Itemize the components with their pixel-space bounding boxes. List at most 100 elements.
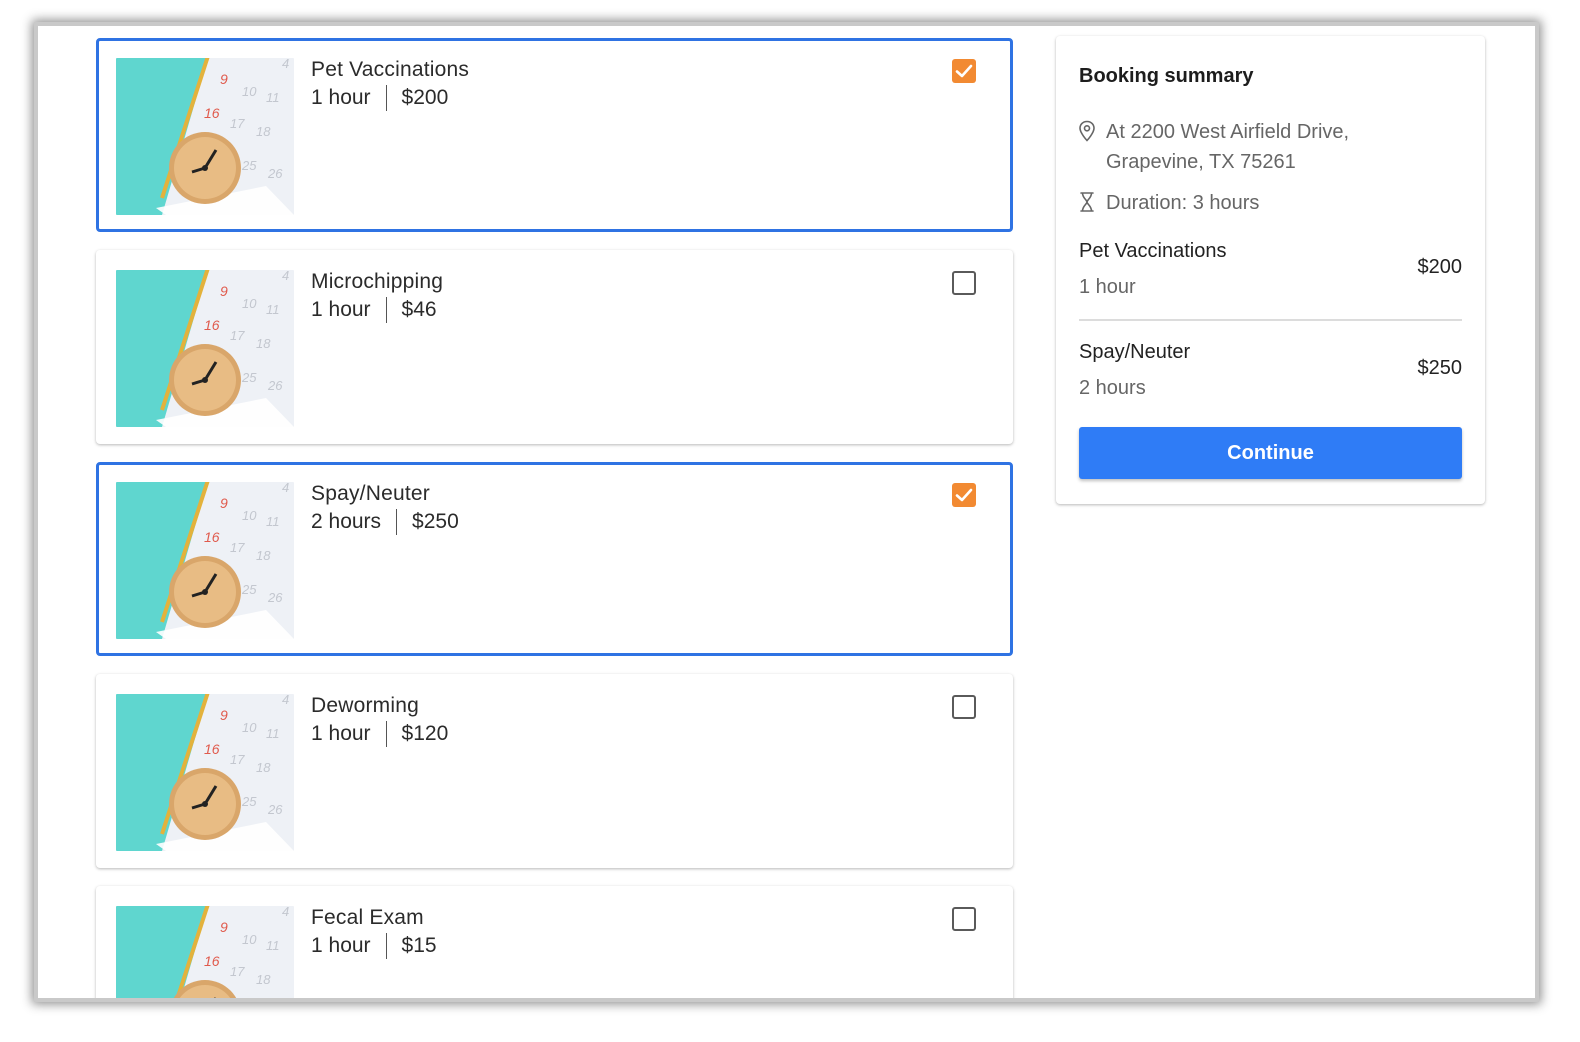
svg-text:18: 18	[256, 760, 271, 775]
line-item-name: Spay/Neuter	[1079, 341, 1191, 363]
service-duration: 1 hour	[311, 298, 371, 321]
booking-summary-panel: Booking summary At 2200 West Airfield Dr…	[1056, 36, 1485, 504]
total-duration: Duration: 3 hours	[1106, 192, 1260, 214]
divider	[396, 509, 398, 535]
service-name: Fecal Exam	[311, 906, 424, 929]
checkmark-icon	[955, 488, 973, 502]
svg-text:11: 11	[266, 90, 280, 105]
svg-text:17: 17	[230, 328, 245, 343]
service-price: $200	[401, 86, 449, 109]
svg-text:18: 18	[256, 972, 271, 987]
service-card-deworming[interactable]: 9 16 10 11 17 18 25 26 4 Deworming 1 hou…	[96, 674, 1013, 868]
service-thumbnail: 916 1011 1718 2526 4	[116, 906, 294, 998]
svg-text:9: 9	[220, 283, 228, 299]
svg-text:10: 10	[242, 296, 257, 311]
svg-text:16: 16	[204, 105, 220, 121]
summary-line-item: Pet Vaccinations 1 hour $200	[1079, 238, 1462, 300]
svg-text:11: 11	[266, 514, 280, 529]
app-window: 9 16 10 11 17 18 25 26 4 Pet Vaccination…	[38, 26, 1535, 998]
service-name: Microchipping	[311, 270, 444, 293]
service-duration: 1 hour	[311, 86, 371, 109]
divider	[385, 721, 387, 747]
service-duration: 2 hours	[311, 510, 382, 533]
service-name: Deworming	[311, 694, 419, 717]
svg-text:18: 18	[256, 336, 271, 351]
svg-text:16: 16	[204, 953, 220, 969]
line-item-price: $250	[1417, 357, 1463, 379]
svg-text:9: 9	[220, 495, 228, 511]
svg-text:17: 17	[230, 540, 245, 555]
service-card-fecal-exam[interactable]: 916 1011 1718 2526 4 Fecal Exam	[96, 886, 1013, 998]
svg-text:26: 26	[267, 802, 283, 817]
location-pin-icon	[1078, 120, 1098, 147]
divider	[385, 933, 387, 959]
svg-text:18: 18	[256, 124, 271, 139]
svg-text:26: 26	[267, 378, 283, 393]
svg-text:10: 10	[242, 720, 257, 735]
address-line-2: Grapevine, TX 75261	[1106, 151, 1296, 173]
address-line-1: At 2200 West Airfield Drive,	[1106, 121, 1350, 143]
service-card-spay-neuter[interactable]: 9 16 10 11 17 18 25 26 4 Spay/Neuter 2 h…	[96, 462, 1013, 656]
svg-text:18: 18	[256, 548, 271, 563]
svg-text:25: 25	[241, 370, 257, 385]
svg-text:17: 17	[230, 116, 245, 131]
service-checkbox[interactable]	[952, 907, 976, 931]
svg-text:25: 25	[241, 582, 257, 597]
svg-text:16: 16	[204, 741, 220, 757]
svg-text:10: 10	[242, 508, 257, 523]
service-name: Pet Vaccinations	[311, 58, 470, 81]
line-item-duration: 2 hours	[1079, 377, 1146, 399]
checkmark-icon	[955, 64, 973, 78]
service-price: $46	[401, 298, 437, 321]
service-checkbox[interactable]	[952, 59, 976, 83]
service-thumbnail: 9 16 10 11 17 18 25 26 4	[116, 482, 294, 639]
line-item-price: $200	[1417, 256, 1463, 278]
svg-text:10: 10	[242, 84, 257, 99]
svg-text:4: 4	[282, 906, 289, 919]
service-price: $15	[401, 934, 437, 957]
service-card-pet-vaccinations[interactable]: 9 16 10 11 17 18 25 26 4 Pet Vaccination…	[96, 38, 1013, 232]
service-checkbox[interactable]	[952, 483, 976, 507]
svg-text:11: 11	[266, 302, 280, 317]
svg-text:25: 25	[241, 158, 257, 173]
service-thumbnail: 9 16 10 11 17 18 25 26 4	[116, 270, 294, 427]
svg-text:4: 4	[282, 270, 289, 283]
svg-text:26: 26	[267, 166, 283, 181]
service-price: $250	[412, 510, 459, 533]
svg-text:9: 9	[220, 707, 228, 723]
summary-line-item: Spay/Neuter 2 hours $250	[1079, 339, 1462, 401]
service-duration: 1 hour	[311, 722, 371, 745]
svg-text:4: 4	[282, 694, 289, 707]
svg-text:25: 25	[241, 794, 257, 809]
divider	[385, 85, 387, 111]
service-name: Spay/Neuter	[311, 482, 430, 505]
svg-text:26: 26	[267, 590, 283, 605]
svg-text:16: 16	[204, 317, 220, 333]
service-thumbnail: 9 16 10 11 17 18 25 26 4	[116, 58, 294, 215]
hourglass-icon	[1078, 191, 1098, 218]
service-price: $120	[401, 722, 449, 745]
duration-row: Duration: 3 hours	[1078, 188, 1259, 218]
svg-text:9: 9	[220, 71, 228, 87]
service-card-microchipping[interactable]: 9 16 10 11 17 18 25 26 4 Microchipping 1…	[96, 250, 1013, 444]
divider	[385, 297, 387, 323]
location-row: At 2200 West Airfield Drive, Grapevine, …	[1078, 117, 1349, 177]
svg-text:10: 10	[242, 932, 257, 947]
line-item-duration: 1 hour	[1079, 276, 1136, 298]
service-thumbnail: 9 16 10 11 17 18 25 26 4	[116, 694, 294, 851]
continue-button[interactable]: Continue	[1079, 427, 1462, 479]
svg-text:4: 4	[282, 58, 289, 71]
service-duration: 1 hour	[311, 934, 371, 957]
svg-text:9: 9	[220, 919, 228, 935]
service-checkbox[interactable]	[952, 271, 976, 295]
summary-divider	[1079, 319, 1462, 321]
service-checkbox[interactable]	[952, 695, 976, 719]
svg-text:16: 16	[204, 529, 220, 545]
booking-summary-title: Booking summary	[1079, 65, 1254, 87]
svg-text:17: 17	[230, 752, 245, 767]
svg-text:11: 11	[266, 938, 280, 953]
svg-text:11: 11	[266, 726, 280, 741]
line-item-name: Pet Vaccinations	[1079, 240, 1227, 262]
svg-text:17: 17	[230, 964, 245, 979]
svg-text:4: 4	[282, 482, 289, 495]
